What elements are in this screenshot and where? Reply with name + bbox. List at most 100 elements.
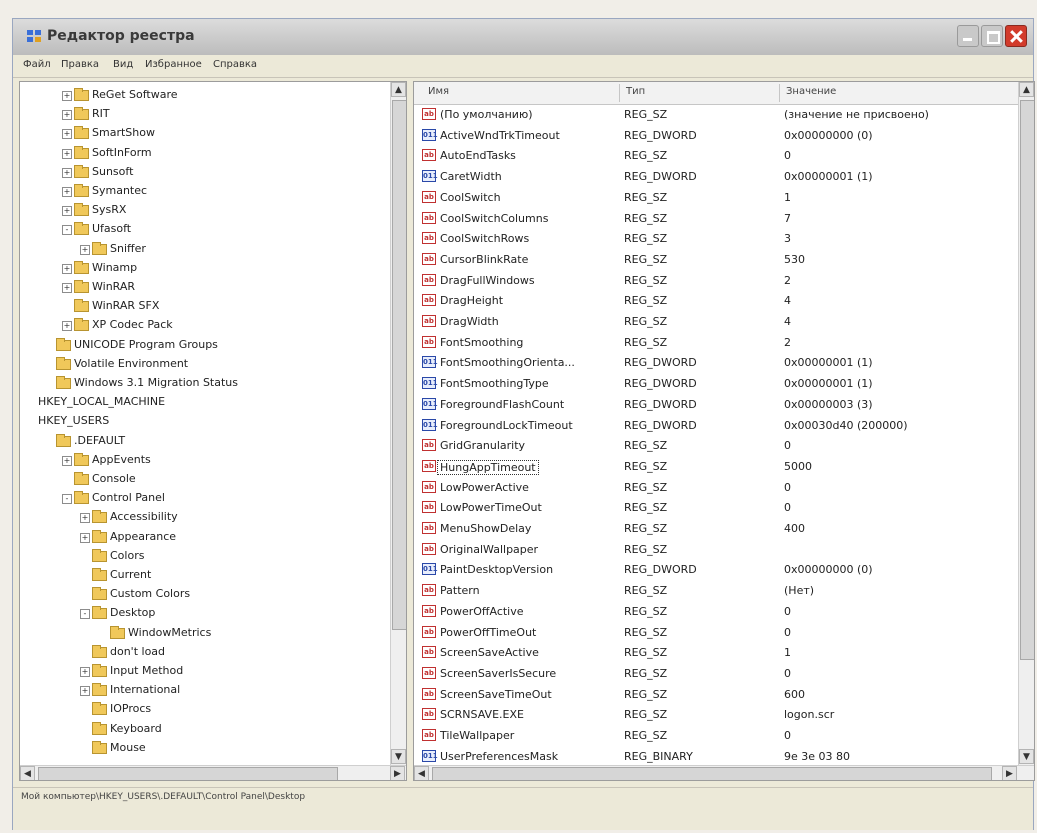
tree-scroll-thumb[interactable] <box>392 100 406 630</box>
list-item[interactable]: 011 FontSmoothingOrienta... REG_DWORD 0x000… <box>414 354 1019 372</box>
list-item[interactable]: ab CoolSwitch REG_SZ 1 <box>414 189 1019 207</box>
value-type: REG_SZ <box>624 211 668 225</box>
status-bar: Мой компьютер\HKEY_USERS\.DEFAULT\Contro… <box>13 787 1033 830</box>
binary-value-icon: 011 <box>422 356 438 369</box>
value-name: PaintDesktopVersion <box>440 563 554 577</box>
value-name: CoolSwitchColumns <box>440 211 549 225</box>
list-item[interactable]: ab PowerOffActive REG_SZ 0 <box>414 603 1019 621</box>
minimize-icon[interactable] <box>957 25 979 47</box>
expand-icon[interactable]: + <box>80 513 90 524</box>
value-name: Pattern <box>440 584 480 598</box>
list-item[interactable]: 011 FontSmoothingType REG_DWORD 0x00000001 … <box>414 375 1019 393</box>
scroll-left-icon[interactable]: ◀ <box>20 766 35 780</box>
list-scroll-thumb[interactable] <box>1020 100 1034 660</box>
list-item[interactable]: 011 PaintDesktopVersion REG_DWORD 0x0000000… <box>414 561 1019 579</box>
value-type: REG_SZ <box>624 604 668 618</box>
values-list[interactable]: Имя Тип Значение ab (По умолчанию) REG_SZ (… <box>413 81 1035 781</box>
scroll-right-icon[interactable]: ▶ <box>390 766 405 780</box>
header-type[interactable]: Тип <box>626 86 645 97</box>
collapse-icon[interactable]: - <box>62 494 72 505</box>
list-item[interactable]: 011 ForegroundLockTimeout REG_DWORD 0x00030… <box>414 417 1019 435</box>
string-value-icon: ab <box>422 687 436 700</box>
expand-icon[interactable]: + <box>80 532 90 543</box>
menu-edit[interactable]: Правка <box>61 59 99 70</box>
header-name[interactable]: Имя <box>428 86 449 97</box>
value-type: REG_SZ <box>624 584 668 598</box>
list-hscroll-thumb[interactable] <box>432 767 992 780</box>
list-item[interactable]: ab SCRNSAVE.EXE REG_SZ logon.scr <box>414 706 1019 724</box>
list-item[interactable]: ab MenuShowDelay REG_SZ 400 <box>414 520 1019 538</box>
value-value: 5000 <box>784 459 812 473</box>
scroll-down-icon[interactable]: ▼ <box>1019 749 1034 764</box>
tree-vertical-scrollbar[interactable]: ▲ ▼ <box>390 82 406 765</box>
list-item[interactable]: ab AutoEndTasks REG_SZ 0 <box>414 147 1019 165</box>
list-item[interactable]: ab FontSmoothing REG_SZ 2 <box>414 334 1019 352</box>
expand-icon[interactable]: + <box>80 244 90 255</box>
list-item[interactable]: ab PowerOffTimeOut REG_SZ 0 <box>414 624 1019 642</box>
folder-icon <box>92 241 107 255</box>
list-item[interactable]: 011 UserPreferencesMask REG_BINARY 9e 3e 03… <box>414 748 1019 766</box>
list-item[interactable]: ab HungAppTimeout REG_SZ 5000 <box>414 458 1019 476</box>
list-item[interactable]: ab Pattern REG_SZ (Нет) <box>414 582 1019 600</box>
expand-icon[interactable]: + <box>62 455 72 466</box>
list-item[interactable]: ab TileWallpaper REG_SZ 0 <box>414 727 1019 745</box>
list-item[interactable]: ab DragHeight REG_SZ 4 <box>414 292 1019 310</box>
list-item[interactable]: ab CursorBlinkRate REG_SZ 530 <box>414 251 1019 269</box>
expand-icon[interactable]: + <box>62 206 72 217</box>
registry-tree[interactable]: + ReGet Software + RIT + SmartShow + SoftInForm… <box>19 81 407 781</box>
list-item[interactable]: 011 ForegroundFlashCount REG_DWORD 0x000000… <box>414 396 1019 414</box>
expand-icon[interactable]: + <box>62 129 72 140</box>
expand-icon[interactable]: + <box>62 110 72 121</box>
list-item[interactable]: ab OriginalWallpaper REG_SZ <box>414 541 1019 559</box>
expand-icon[interactable]: + <box>80 667 90 677</box>
title-bar[interactable]: Редактор реестра <box>13 19 1033 55</box>
tree-horizontal-scrollbar[interactable]: ◀ ▶ <box>20 765 406 780</box>
list-item[interactable]: ab GridGranularity REG_SZ 0 <box>414 437 1019 455</box>
expand-icon[interactable]: + <box>62 283 72 293</box>
expand-icon[interactable]: + <box>62 263 72 274</box>
menu-help[interactable]: Справка <box>213 59 257 70</box>
menu-view[interactable]: Вид <box>113 59 133 70</box>
menu-file[interactable]: Файл <box>23 59 51 70</box>
list-item[interactable]: ab DragFullWindows REG_SZ 2 <box>414 272 1019 290</box>
menu-favorites[interactable]: Избранное <box>145 59 202 70</box>
collapse-icon[interactable]: - <box>62 225 72 236</box>
value-type: REG_SZ <box>624 315 668 328</box>
expand-icon[interactable]: + <box>80 686 90 697</box>
string-value-icon: ab <box>422 666 436 679</box>
scroll-right-icon[interactable]: ▶ <box>1002 766 1017 780</box>
list-vertical-scrollbar[interactable]: ▲ ▼ <box>1018 82 1034 765</box>
list-item[interactable]: ab CoolSwitchColumns REG_SZ 7 <box>414 210 1019 228</box>
scroll-up-icon[interactable]: ▲ <box>1019 82 1034 97</box>
value-name: LowPowerActive <box>440 480 529 494</box>
list-item[interactable]: 011 CaretWidth REG_DWORD 0x00000001 (1) <box>414 168 1019 186</box>
list-item[interactable]: ab LowPowerActive REG_SZ 0 <box>414 479 1019 497</box>
column-divider[interactable] <box>779 84 780 102</box>
scroll-down-icon[interactable]: ▼ <box>391 749 406 764</box>
expand-icon[interactable]: + <box>62 187 72 197</box>
list-item[interactable]: ab ScreenSaveActive REG_SZ 1 <box>414 644 1019 662</box>
column-divider[interactable] <box>619 84 620 102</box>
list-item[interactable]: ab LowPowerTimeOut REG_SZ 0 <box>414 499 1019 517</box>
list-horizontal-scrollbar[interactable]: ◀ ▶ <box>414 765 1034 780</box>
list-item[interactable]: ab ScreenSaveTimeOut REG_SZ 600 <box>414 686 1019 704</box>
value-value: 2 <box>784 335 791 349</box>
collapse-icon[interactable]: - <box>80 609 90 620</box>
expand-icon[interactable]: + <box>62 91 72 101</box>
header-value[interactable]: Значение <box>786 86 836 97</box>
expand-icon[interactable]: + <box>62 167 72 178</box>
string-value-icon: ab <box>422 584 436 597</box>
scroll-up-icon[interactable]: ▲ <box>391 82 406 97</box>
tree-hscroll-thumb[interactable] <box>38 767 338 780</box>
close-icon[interactable] <box>1005 25 1027 47</box>
expand-icon[interactable]: + <box>62 321 72 332</box>
list-item[interactable]: ab ScreenSaverIsSecure REG_SZ 0 <box>414 665 1019 683</box>
maximize-icon[interactable] <box>981 25 1003 47</box>
list-item[interactable]: 011 ActiveWndTrkTimeout REG_DWORD 0x0000000… <box>414 127 1019 145</box>
expand-icon[interactable]: + <box>62 148 72 159</box>
list-item[interactable]: ab CoolSwitchRows REG_SZ 3 <box>414 230 1019 248</box>
scroll-left-icon[interactable]: ◀ <box>414 766 429 780</box>
list-item[interactable]: ab DragWidth REG_SZ 4 <box>414 313 1019 331</box>
value-type: REG_SZ <box>624 708 668 722</box>
list-item[interactable]: ab (По умолчанию) REG_SZ (значение не присв… <box>414 106 1019 124</box>
